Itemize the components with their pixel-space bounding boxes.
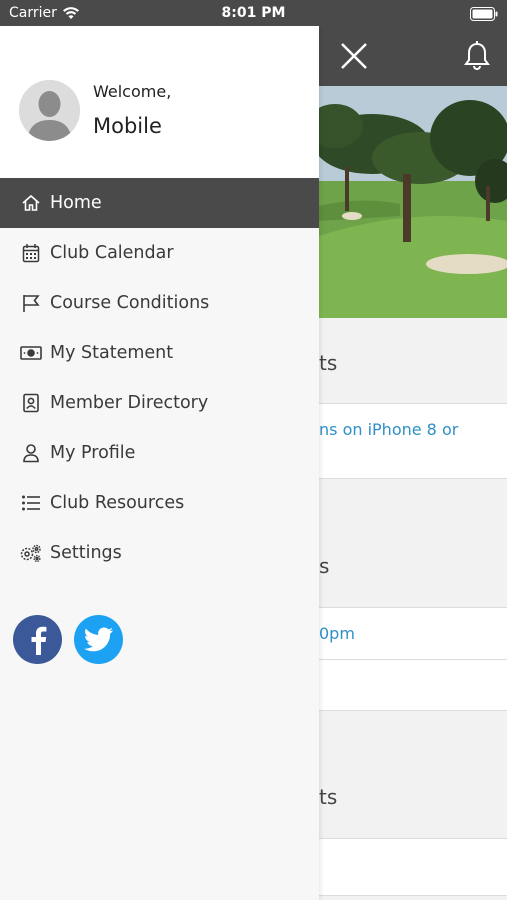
contact-card-icon (20, 392, 42, 414)
welcome-text: Welcome, (93, 82, 172, 101)
side-drawer: Welcome, Mobile Home Club Calendar Cours… (0, 26, 319, 900)
person-icon (20, 442, 42, 464)
profile-header: Welcome, Mobile (0, 26, 319, 178)
list-icon (20, 492, 42, 514)
list-item-link[interactable]: 0pm (319, 624, 355, 643)
menu-label: Home (50, 193, 102, 213)
menu-label: Club Calendar (50, 243, 174, 263)
section-title: ts (319, 351, 338, 375)
menu-item-course-conditions[interactable]: Course Conditions (0, 278, 319, 328)
battery-icon (470, 6, 498, 25)
status-bar: Carrier 8:01 PM (0, 0, 507, 26)
menu-item-settings[interactable]: Settings (0, 528, 319, 578)
menu-item-home[interactable]: Home (0, 178, 319, 228)
social-links (13, 615, 123, 664)
home-icon (20, 192, 42, 214)
menu-item-my-profile[interactable]: My Profile (0, 428, 319, 478)
gears-icon (20, 542, 42, 564)
menu-item-my-statement[interactable]: My Statement (0, 328, 319, 378)
list-item-link[interactable]: ns on iPhone 8 or (319, 420, 458, 439)
money-icon (20, 342, 42, 364)
avatar[interactable] (19, 80, 80, 141)
flag-icon (20, 292, 42, 314)
close-icon[interactable] (338, 40, 370, 72)
nav-menu: Home Club Calendar Course Conditions My … (0, 178, 319, 578)
menu-item-member-directory[interactable]: Member Directory (0, 378, 319, 428)
menu-item-club-calendar[interactable]: Club Calendar (0, 228, 319, 278)
section-title: ts (319, 785, 338, 809)
section-title: s (319, 554, 330, 578)
user-name: Mobile (93, 114, 162, 138)
menu-label: Member Directory (50, 393, 209, 413)
calendar-icon (20, 242, 42, 264)
menu-label: Course Conditions (50, 293, 210, 313)
twitter-icon[interactable] (74, 615, 123, 664)
menu-label: Club Resources (50, 493, 185, 513)
menu-item-club-resources[interactable]: Club Resources (0, 478, 319, 528)
status-time: 8:01 PM (221, 5, 286, 21)
menu-label: My Profile (50, 443, 136, 463)
menu-label: Settings (50, 543, 122, 563)
menu-label: My Statement (50, 343, 174, 363)
facebook-icon[interactable] (13, 615, 62, 664)
bell-icon[interactable] (462, 40, 492, 72)
